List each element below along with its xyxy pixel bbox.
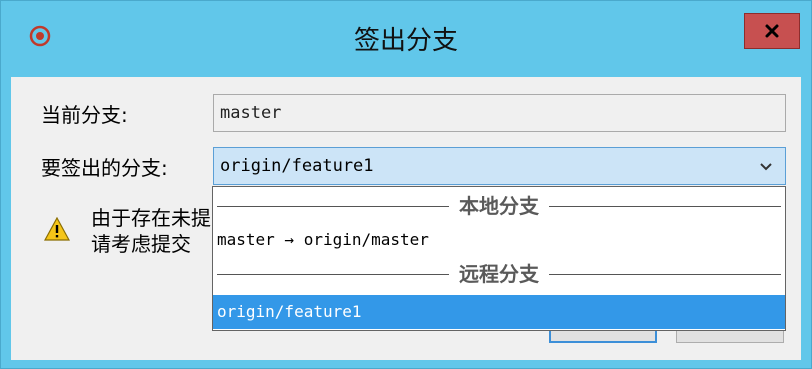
remote-branches-title: 远程分支 xyxy=(449,262,549,286)
warning-text-line2: 请考虑提交 xyxy=(91,232,191,256)
checkout-branch-dialog: 签出分支 当前分支: master 要签出的分支: origin/feature… xyxy=(0,0,812,369)
dropdown-item-origin-feature1[interactable]: origin/feature1 xyxy=(213,295,785,329)
current-branch-label: 当前分支: xyxy=(41,103,128,127)
local-branches-title: 本地分支 xyxy=(449,194,549,218)
checkout-branch-label: 要签出的分支: xyxy=(41,156,168,180)
branch-dropdown-list[interactable]: 本地分支 master → origin/master 远程分支 origin/… xyxy=(212,186,786,331)
warning-icon xyxy=(44,217,70,241)
warning-text-line1: 由于存在未提 xyxy=(91,206,211,230)
dropdown-item-master[interactable]: master → origin/master xyxy=(213,223,785,257)
checkout-branch-value: origin/feature1 xyxy=(220,156,374,176)
title-bar[interactable]: 签出分支 xyxy=(1,1,811,77)
dialog-title: 签出分支 xyxy=(353,26,458,56)
close-button[interactable] xyxy=(744,13,800,49)
remote-branches-header: 远程分支 xyxy=(213,257,785,291)
close-icon xyxy=(765,24,779,38)
chevron-down-icon[interactable] xyxy=(759,148,773,184)
current-branch-field: master xyxy=(213,94,786,132)
local-branches-header: 本地分支 xyxy=(213,189,785,223)
checkout-branch-select[interactable]: origin/feature1 xyxy=(213,147,786,185)
